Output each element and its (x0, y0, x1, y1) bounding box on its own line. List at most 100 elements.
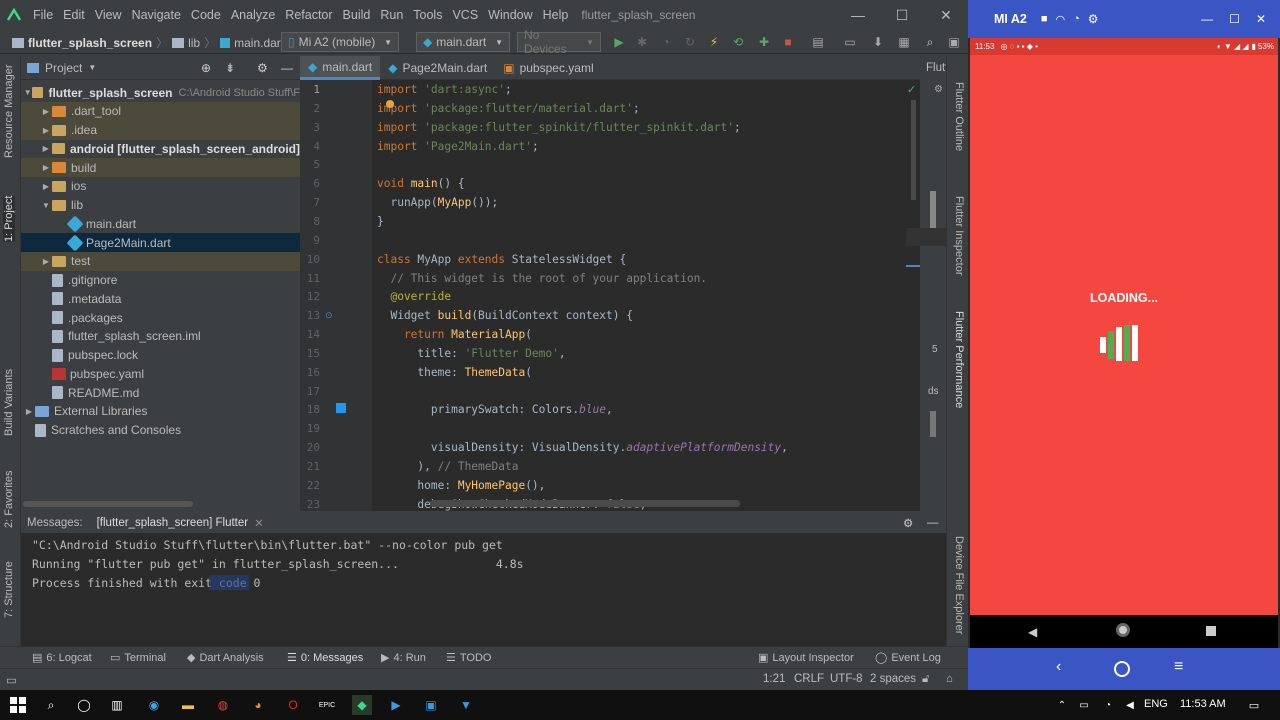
inspection-ok-icon[interactable]: ✓ (907, 83, 916, 96)
tab-terminal[interactable]: ▭ Terminal (110, 651, 166, 665)
wifi-icon[interactable]: ◔ (1073, 13, 1080, 25)
tab-logcat[interactable]: ▤ 6: Logcat (32, 651, 92, 665)
indent-setting[interactable]: 2 spaces (870, 673, 916, 685)
tree-item[interactable]: .packages (21, 308, 300, 327)
expanded-arrow-icon[interactable]: ▼ (40, 201, 52, 210)
menu-code[interactable]: Code (186, 8, 226, 22)
tab-page2main-dart[interactable]: ◆ Page2Main.dart (380, 56, 495, 80)
maximize-button[interactable]: ☐ (1229, 12, 1240, 26)
home-icon[interactable] (1114, 661, 1130, 677)
tool-flutter-outline[interactable]: Flutter Outline (953, 82, 965, 151)
menu-tools[interactable]: Tools (408, 8, 447, 22)
tree-item[interactable]: ▶ android [flutter_splash_screen_android] (21, 139, 300, 158)
tree-item[interactable]: ▶ External Libraries (21, 402, 300, 421)
network-icon[interactable]: ▭ (1074, 695, 1094, 715)
lock-icon[interactable]: 🔓︎ (922, 673, 929, 686)
opera-icon[interactable]: O (283, 695, 303, 715)
recents-icon[interactable] (1206, 626, 1216, 636)
hot-reload-icon[interactable]: ⚡ (706, 34, 722, 50)
tab-pubspec-yaml[interactable]: ▣ pubspec.yaml (495, 56, 601, 80)
camera-icon[interactable]: ■ (1041, 13, 1048, 25)
menu-help[interactable]: Help (538, 8, 574, 22)
tool-flutter-performance[interactable]: Flutter Performance (953, 311, 965, 408)
tab-todo[interactable]: ☰ TODO (446, 651, 491, 665)
tool-project[interactable]: 1: Project (3, 195, 15, 242)
firefox-icon[interactable]: ◕ (248, 695, 268, 715)
notifications-icon[interactable]: ▭ (1244, 695, 1264, 715)
sdk-manager-icon[interactable]: ⬇ (870, 34, 886, 50)
tool-device-file-explorer[interactable]: Device File Explorer (953, 536, 965, 634)
close-window-button[interactable]: ✕ (924, 0, 968, 30)
collapsed-arrow-icon[interactable]: ▶ (40, 257, 52, 266)
menu-file[interactable]: File (28, 8, 58, 22)
back-icon[interactable]: ◀ (1028, 625, 1037, 639)
menu-window[interactable]: Window (483, 8, 537, 22)
breadcrumb-lib[interactable]: lib (188, 36, 200, 50)
tree-item[interactable]: .metadata (21, 289, 300, 308)
debug-icon[interactable]: ✱ (634, 34, 650, 50)
file-encoding[interactable]: UTF-8 (830, 673, 863, 685)
project-view-selector[interactable]: Project (45, 61, 82, 75)
run-config-selector[interactable]: ◆ main.dart ▼ (416, 32, 510, 52)
tree-item[interactable]: ▼ lib (21, 196, 300, 215)
collapsed-arrow-icon[interactable]: ▶ (40, 126, 52, 135)
back-icon[interactable]: ‹ (1056, 658, 1061, 676)
expanded-arrow-icon[interactable]: ▼ (23, 88, 32, 97)
tree-item[interactable]: ▶ ios (21, 177, 300, 196)
tree-item[interactable]: README.md (21, 383, 300, 402)
event-log-toggle-icon[interactable]: ▭ (6, 673, 17, 687)
collapsed-arrow-icon[interactable]: ▶ (40, 182, 52, 191)
maximize-button[interactable]: ☐ (880, 0, 924, 30)
menu-edit[interactable]: Edit (58, 8, 90, 22)
tool-resource-manager[interactable]: Resource Manager (3, 64, 15, 158)
caret-position[interactable]: 1:21 (763, 673, 785, 685)
tree-item[interactable]: ▶ test (21, 251, 300, 271)
collapse-all-icon[interactable]: ⇟ (225, 61, 235, 75)
menu-view[interactable]: View (90, 8, 127, 22)
run-icon[interactable]: ▶ (611, 34, 627, 50)
messages-tab[interactable]: [flutter_splash_screen] Flutter (97, 517, 249, 529)
menu-build[interactable]: Build (338, 8, 376, 22)
panel-scrollbar[interactable] (930, 191, 936, 231)
menu-vcs[interactable]: VCS (447, 8, 483, 22)
epic-games-icon[interactable]: EPIC (317, 695, 337, 715)
tree-item[interactable]: ▶ .dart_tool (21, 101, 300, 121)
stop-icon[interactable]: ■ (780, 34, 796, 50)
vscode-icon[interactable]: ▶ (386, 695, 406, 715)
tool-favorites[interactable]: 2: Favorites (3, 471, 15, 528)
gear-icon[interactable]: ⚙ (257, 61, 268, 75)
menu-refactor[interactable]: Refactor (280, 8, 337, 22)
gear-icon[interactable]: ⚙ (1088, 12, 1099, 26)
breadcrumb-project[interactable]: flutter_splash_screen (28, 36, 152, 50)
line-separator[interactable]: CRLF (794, 673, 824, 685)
tree-item[interactable]: .gitignore (21, 271, 300, 290)
devices-selector[interactable]: No Devices ▼ (517, 28, 601, 56)
horizontal-scrollbar[interactable] (23, 501, 193, 507)
volume-icon[interactable]: ◀ (1120, 695, 1140, 715)
edge-icon[interactable]: ◉ (144, 695, 164, 715)
search-icon[interactable]: ⌕ (41, 695, 61, 715)
tool-build-variants[interactable]: Build Variants (3, 369, 15, 436)
close-window-button[interactable]: ✕ (1256, 12, 1266, 26)
search-icon[interactable]: ⌕ (922, 34, 938, 50)
app-icon[interactable]: ▼ (456, 695, 476, 715)
override-icon[interactable]: ⊙ (325, 310, 333, 321)
tab-event-log[interactable]: ◯ Event Log (875, 651, 941, 665)
app-icon[interactable]: ▣ (421, 695, 441, 715)
memory-icon[interactable]: ⌂ (946, 673, 953, 685)
task-view-icon[interactable]: ▥ (107, 695, 127, 715)
system-clock[interactable]: 11:53 AM (1180, 698, 1226, 710)
hot-restart-icon[interactable]: ⟲ (730, 34, 746, 50)
menu-icon[interactable]: ≡ (1174, 658, 1183, 676)
attach-icon[interactable]: ↻ (682, 34, 698, 50)
tab-dart-analysis[interactable]: ◆ Dart Analysis (187, 651, 264, 665)
tree-item[interactable]: Page2Main.dart (21, 233, 300, 252)
tree-item[interactable]: flutter_splash_screen.iml (21, 327, 300, 346)
structure-icon[interactable]: ▦ (896, 34, 912, 50)
tree-item[interactable]: ▶ build (21, 158, 300, 177)
tree-item[interactable]: pubspec.yaml (21, 364, 300, 383)
tool-flutter-inspector[interactable]: Flutter Inspector (953, 196, 965, 275)
sync-icon[interactable]: ▤ (810, 34, 826, 50)
collapsed-arrow-icon[interactable]: ▶ (40, 163, 52, 172)
profile-icon[interactable]: ◔ (658, 34, 674, 50)
